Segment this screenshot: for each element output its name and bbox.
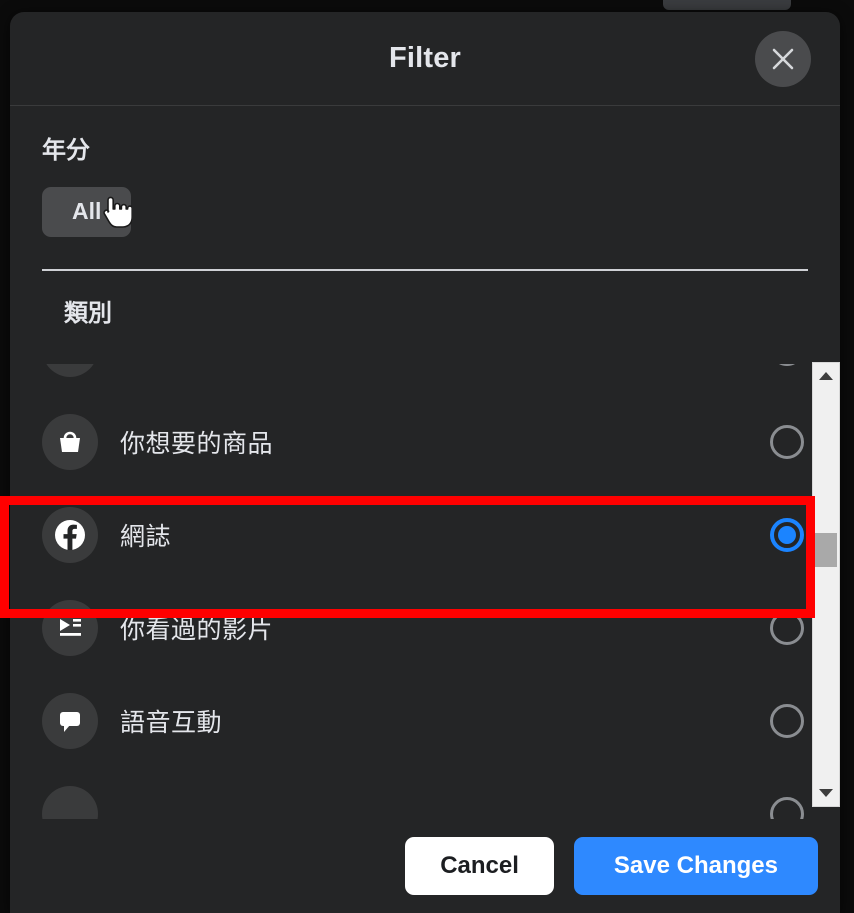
video-playlist-icon <box>42 599 98 656</box>
shopping-bag-icon <box>42 413 98 470</box>
close-icon <box>770 46 796 72</box>
category-row-books[interactable]: 書籍 <box>20 364 830 395</box>
category-row-blog[interactable]: 網誌 <box>20 488 830 581</box>
category-radio[interactable] <box>770 796 804 819</box>
year-options: All <box>42 187 818 237</box>
partial-icon <box>42 785 98 819</box>
category-radio[interactable] <box>770 364 804 366</box>
speech-bubble-icon <box>42 692 98 749</box>
category-row-videos[interactable]: 你看過的影片 <box>20 581 830 674</box>
scrollbar-thumb[interactable] <box>815 533 837 567</box>
category-label: 語音互動 <box>120 708 223 737</box>
dialog-title: Filter <box>388 42 462 74</box>
category-row-voice[interactable]: 語音互動 <box>20 674 830 767</box>
year-section: 年分 All 類別 <box>10 130 840 328</box>
background-page-chip <box>663 0 791 10</box>
scroll-up-arrow-icon[interactable] <box>813 365 839 387</box>
filter-dialog: Filter 年分 All 類別 你想要的商品 網誌 你看過的影片 語音互動 C… <box>10 12 840 913</box>
book-icon <box>42 364 98 377</box>
year-option-all[interactable]: All <box>42 187 132 237</box>
category-list-viewport: 書籍 你想要的商品 <box>20 364 830 819</box>
category-label: 你看過的影片 <box>120 615 274 644</box>
save-changes-button[interactable]: Save Changes <box>573 837 818 895</box>
dialog-footer: Cancel Save Changes <box>10 819 840 913</box>
year-heading: 年分 <box>42 137 90 164</box>
category-heading: 類別 <box>64 300 112 327</box>
category-scrollbar[interactable] <box>812 362 840 807</box>
scroll-down-arrow-icon[interactable] <box>813 782 839 804</box>
category-label: 書籍 <box>120 364 770 367</box>
cancel-button[interactable]: Cancel <box>405 837 554 895</box>
category-row-products[interactable]: 你想要的商品 <box>20 395 830 488</box>
category-radio[interactable] <box>770 703 804 738</box>
section-divider <box>42 269 808 271</box>
category-label: 你想要的商品 <box>120 429 274 458</box>
category-row-partial[interactable] <box>20 767 830 819</box>
category-label: 網誌 <box>120 522 172 551</box>
category-radio[interactable] <box>770 424 804 459</box>
screen: Filter 年分 All 類別 你想要的商品 網誌 你看過的影片 語音互動 C… <box>0 0 854 913</box>
facebook-icon <box>42 506 98 563</box>
category-list: 書籍 你想要的商品 <box>20 364 830 819</box>
category-radio-selected[interactable] <box>770 517 804 552</box>
close-button[interactable] <box>755 30 811 87</box>
dialog-header: Filter <box>10 12 840 106</box>
category-radio[interactable] <box>770 610 804 645</box>
